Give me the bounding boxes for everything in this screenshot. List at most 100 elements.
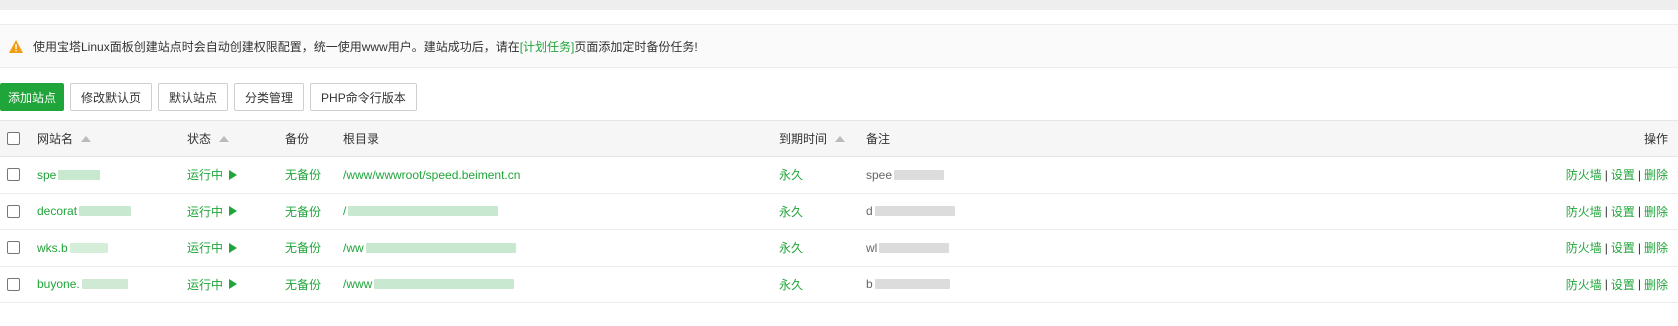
ops-separator: | [1604,167,1608,182]
row-checkbox[interactable] [7,241,20,255]
site-name-cell[interactable]: decorat [37,194,132,230]
remark-text[interactable]: d [866,204,873,218]
backup-text[interactable]: 无备份 [285,239,321,256]
status-cell[interactable]: 运行中 [187,230,238,266]
root-dir-text[interactable]: /www/wwwroot/speed.beiment.cn [343,168,520,182]
expire-text[interactable]: 永久 [779,239,803,256]
expire-text[interactable]: 永久 [779,203,803,220]
delete-link[interactable]: 删除 [1644,203,1668,220]
delete-link[interactable]: 删除 [1644,276,1668,293]
expire-text[interactable]: 永久 [779,276,803,293]
sort-arrow-icon[interactable] [219,135,230,142]
expire-cell[interactable]: 永久 [779,230,803,266]
play-icon[interactable] [229,169,238,180]
site-name[interactable]: decorat [37,204,77,218]
backup-cell[interactable]: 无备份 [285,230,321,266]
ops-separator: | [1637,204,1641,219]
site-name-cell[interactable]: wks.b [37,230,108,266]
remark-cell[interactable]: wl [866,230,950,266]
site-name-cell[interactable]: spe [37,157,101,193]
redacted-text [879,242,950,253]
root-dir-text[interactable]: /www [343,277,372,291]
expire-cell[interactable]: 永久 [779,194,803,230]
firewall-link[interactable]: 防火墙 [1566,239,1602,256]
notice-text-after: 页面添加定时备份任务! [574,39,698,54]
status-cell[interactable]: 运行中 [187,267,238,303]
redacted-text [69,242,108,253]
redacted-text [874,206,955,217]
remark-cell[interactable]: spee [866,157,945,193]
redacted-text [348,206,499,217]
root-dir-text[interactable]: /ww [343,241,364,255]
site-name-cell[interactable]: buyone. [37,267,128,303]
status-text[interactable]: 运行中 [187,166,223,183]
status-text[interactable]: 运行中 [187,276,223,293]
root-dir-cell[interactable]: /ww [343,230,516,266]
row-checkbox[interactable] [7,168,20,182]
play-icon[interactable] [229,242,238,253]
site-name[interactable]: buyone. [37,277,80,291]
remark-text[interactable]: b [866,277,873,291]
firewall-link[interactable]: 防火墙 [1566,166,1602,183]
root-dir-cell[interactable]: /www [343,267,515,303]
root-dir-text[interactable]: / [343,204,346,218]
backup-text[interactable]: 无备份 [285,166,321,183]
site-name[interactable]: wks.b [37,241,68,255]
row-checkbox[interactable] [7,277,20,291]
header-status[interactable]: 状态 [187,121,230,156]
root-dir-cell[interactable]: / [343,194,499,230]
firewall-link[interactable]: 防火墙 [1566,276,1602,293]
header-expire[interactable]: 到期时间 [779,121,846,156]
php-cli-version-button[interactable]: PHP命令行版本 [310,83,417,111]
redacted-text [79,206,132,217]
site-name[interactable]: spe [37,168,56,182]
status-text[interactable]: 运行中 [187,239,223,256]
table-header: 网站名 状态 备份 根目录 到期时间 备注 操作 [0,120,1678,157]
ops-separator: | [1604,277,1608,292]
play-icon[interactable] [229,279,238,290]
status-cell[interactable]: 运行中 [187,194,238,230]
expire-cell[interactable]: 永久 [779,157,803,193]
backup-cell[interactable]: 无备份 [285,267,321,303]
settings-link[interactable]: 设置 [1611,203,1635,220]
settings-link[interactable]: 设置 [1611,276,1635,293]
settings-link[interactable]: 设置 [1611,239,1635,256]
backup-text[interactable]: 无备份 [285,203,321,220]
header-backup: 备份 [285,121,309,156]
header-site-name-label: 网站名 [37,132,74,146]
row-checkbox[interactable] [7,204,20,218]
settings-link[interactable]: 设置 [1611,166,1635,183]
redacted-text [374,279,515,290]
status-cell[interactable]: 运行中 [187,157,238,193]
remark-text[interactable]: wl [866,241,877,255]
backup-text[interactable]: 无备份 [285,276,321,293]
delete-link[interactable]: 删除 [1644,166,1668,183]
delete-link[interactable]: 删除 [1644,239,1668,256]
status-text[interactable]: 运行中 [187,203,223,220]
header-site-name[interactable]: 网站名 [37,121,92,156]
root-dir-cell[interactable]: /www/wwwroot/speed.beiment.cn [343,157,520,193]
play-icon[interactable] [229,206,238,217]
redacted-text [894,169,945,180]
scheduled-tasks-link[interactable]: [计划任务] [520,40,575,54]
expire-text[interactable]: 永久 [779,166,803,183]
remark-text[interactable]: spee [866,168,892,182]
notice-text: 使用宝塔Linux面板创建站点时会自动创建权限配置，统一使用www用户。建站成功… [33,38,698,55]
category-manage-button[interactable]: 分类管理 [234,83,305,111]
add-site-button[interactable]: 添加站点 [0,83,64,111]
remark-cell[interactable]: d [866,194,955,230]
edit-default-page-button[interactable]: 修改默认页 [70,83,153,111]
sort-arrow-icon[interactable] [81,135,92,142]
expire-cell[interactable]: 永久 [779,267,803,303]
backup-cell[interactable]: 无备份 [285,194,321,230]
ops-cell: 防火墙 | 设置 | 删除 [1566,267,1668,303]
select-all-cell [7,121,20,156]
backup-cell[interactable]: 无备份 [285,157,321,193]
sort-arrow-icon[interactable] [835,135,846,142]
header-root: 根目录 [343,121,379,156]
firewall-link[interactable]: 防火墙 [1566,203,1602,220]
table-row: spe 运行中 无备份 /www/wwwroot/speed.beiment.c… [0,157,1678,194]
select-all-checkbox[interactable] [7,132,20,145]
remark-cell[interactable]: b [866,267,950,303]
default-site-button[interactable]: 默认站点 [158,83,229,111]
